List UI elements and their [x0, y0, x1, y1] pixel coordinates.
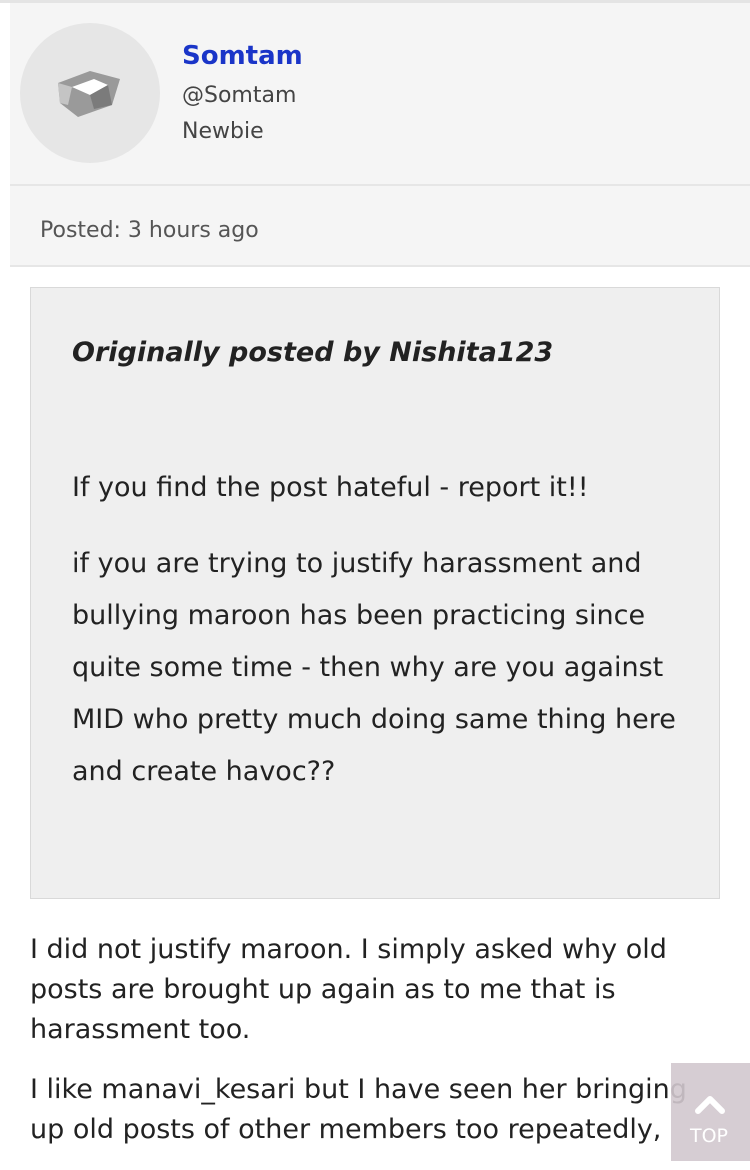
post-timestamp: Posted: 3 hours ago	[40, 218, 259, 243]
post-paragraph: I like manavi_kesari but I have seen her…	[30, 1074, 687, 1145]
post-paragraph: I did not justify maroon. I simply asked…	[30, 934, 667, 1045]
avatar[interactable]	[20, 23, 160, 163]
post-body: I did not justify maroon. I simply asked…	[30, 930, 710, 1170]
default-avatar-icon	[58, 71, 120, 117]
quote-paragraph: if you are trying to justify harassment …	[72, 548, 676, 787]
scroll-to-top-label: TOP	[690, 1125, 729, 1147]
author-rank: Newbie	[182, 119, 264, 144]
quote-block: Originally posted by Nishita123 If you f…	[30, 287, 720, 899]
author-card: Somtam @Somtam Newbie	[10, 3, 750, 186]
post-meta-bar: Posted: 3 hours ago	[10, 186, 750, 267]
author-name-link[interactable]: Somtam	[182, 41, 303, 71]
chevron-up-icon	[695, 1096, 725, 1114]
author-handle: @Somtam	[182, 83, 297, 108]
scroll-to-top-button[interactable]: TOP	[671, 1063, 750, 1161]
quote-paragraph: If you find the post hateful - report it…	[72, 472, 589, 503]
quote-attribution: Originally posted by Nishita123	[72, 337, 554, 368]
